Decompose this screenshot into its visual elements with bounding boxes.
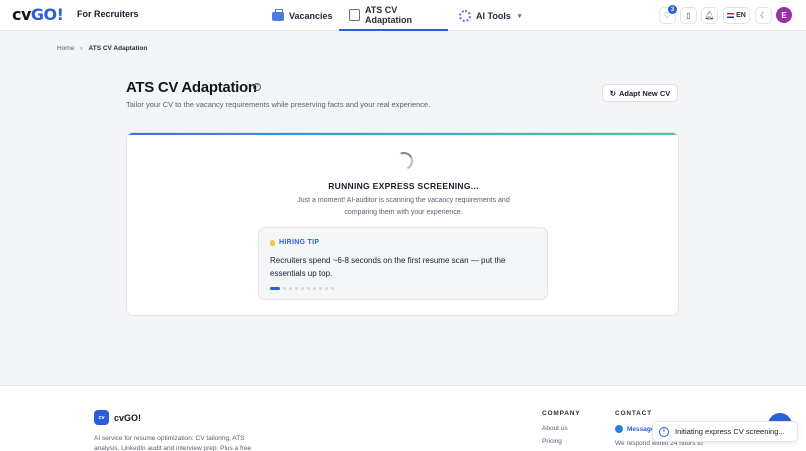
tip-dot[interactable] xyxy=(325,287,328,290)
help-icon[interactable]: ? xyxy=(253,83,261,91)
footer-brand-mark: cv xyxy=(94,410,109,425)
footer-link-about[interactable]: About us xyxy=(542,425,568,432)
footer-description: AI service for resume optimization: CV t… xyxy=(94,435,252,451)
breadcrumb-separator: › xyxy=(80,45,83,52)
nav-ai-tools[interactable]: AI Tools ▾ xyxy=(449,0,531,31)
tip-dot[interactable] xyxy=(295,287,298,290)
tip-dot[interactable] xyxy=(307,287,310,290)
language-selector[interactable]: EN xyxy=(723,7,750,24)
tip-heading: HIRING TIP xyxy=(270,239,319,246)
nav-vacancies-label: Vacancies xyxy=(289,10,333,21)
nav-ats-cv-adaptation[interactable]: ATS CV Adaptation xyxy=(339,0,448,31)
tip-dot[interactable] xyxy=(331,287,334,290)
nav-ai-tools-label: AI Tools xyxy=(476,10,511,21)
language-label: EN xyxy=(736,12,746,19)
chevron-down-icon: ▾ xyxy=(517,12,522,20)
breadcrumb-home[interactable]: Home xyxy=(57,45,74,52)
theme-toggle-button[interactable]: ☾ xyxy=(755,7,772,24)
tip-pagination xyxy=(270,287,334,290)
breadcrumb-current: ATS CV Adaptation xyxy=(88,45,148,52)
toast-notification: i Initiating express CV screening... xyxy=(652,421,798,442)
bell-icon: 🔔︎ xyxy=(704,11,715,20)
footer-brand-name: cvGO! xyxy=(114,412,142,423)
hiring-tip-panel: HIRING TIP Recruiters spend ~6-8 seconds… xyxy=(258,227,548,300)
toast-text: Initiating express CV screening... xyxy=(675,427,785,436)
clipboard-button[interactable]: ▯ xyxy=(680,7,697,24)
footer-link-pricing[interactable]: Pricing xyxy=(542,438,562,445)
tip-dot[interactable] xyxy=(283,287,286,290)
favorites-count-badge: 3 xyxy=(668,5,677,14)
for-recruiters-link[interactable]: For Recruiters xyxy=(77,9,139,19)
page-title: ATS CV Adaptation xyxy=(126,79,257,96)
briefcase-icon xyxy=(272,9,284,21)
adapt-new-cv-label: Adapt New CV xyxy=(619,88,671,98)
tip-text: Recruiters spend ~6-8 seconds on the fir… xyxy=(270,256,506,278)
tip-dot[interactable] xyxy=(301,287,304,290)
footer-contact-heading: CONTACT xyxy=(615,410,652,417)
nav-vacancies[interactable]: Vacancies xyxy=(262,0,343,31)
tip-heading-label: HIRING TIP xyxy=(279,239,320,246)
top-navbar: cvGO! For Recruiters Vacancies ATS CV Ad… xyxy=(0,0,806,31)
avatar[interactable]: E xyxy=(776,7,792,23)
scan-icon xyxy=(349,8,360,21)
message-link[interactable]: Message xyxy=(615,425,654,433)
info-icon: i xyxy=(659,426,669,437)
telegram-icon xyxy=(615,425,623,433)
page-subtitle: Tailor your CV to the vacancy requiremen… xyxy=(126,100,431,109)
clipboard-icon: ▯ xyxy=(686,11,691,20)
tip-dot[interactable] xyxy=(313,287,316,290)
nav-ats-label: ATS CV Adaptation xyxy=(364,4,412,25)
screening-card: RUNNING EXPRESS SCREENING... Just a mome… xyxy=(126,132,679,316)
screening-description: Just a moment! AI-auditor is scanning th… xyxy=(297,197,510,216)
uk-flag-icon xyxy=(727,13,735,18)
breadcrumb: Home › ATS CV Adaptation xyxy=(57,45,147,52)
gear-icon xyxy=(459,9,471,22)
refresh-icon: ↻ xyxy=(609,88,617,98)
logo[interactable]: cvGO! xyxy=(12,5,64,24)
tip-dot[interactable] xyxy=(289,287,292,290)
moon-icon: ☾ xyxy=(759,11,768,20)
lightbulb-icon xyxy=(270,239,275,246)
progress-bar xyxy=(127,133,678,135)
loading-spinner-icon xyxy=(392,149,416,173)
tip-dot[interactable] xyxy=(270,287,280,290)
message-label: Message xyxy=(627,425,655,433)
footer-company-heading: COMPANY xyxy=(542,410,581,417)
notifications-button[interactable]: 🔔︎ xyxy=(701,7,718,24)
footer-logo[interactable]: cv cvGO! xyxy=(94,410,141,425)
tip-dot[interactable] xyxy=(319,287,322,290)
adapt-new-cv-button[interactable]: ↻ Adapt New CV xyxy=(602,84,678,102)
screening-title: RUNNING EXPRESS SCREENING... xyxy=(328,181,479,191)
